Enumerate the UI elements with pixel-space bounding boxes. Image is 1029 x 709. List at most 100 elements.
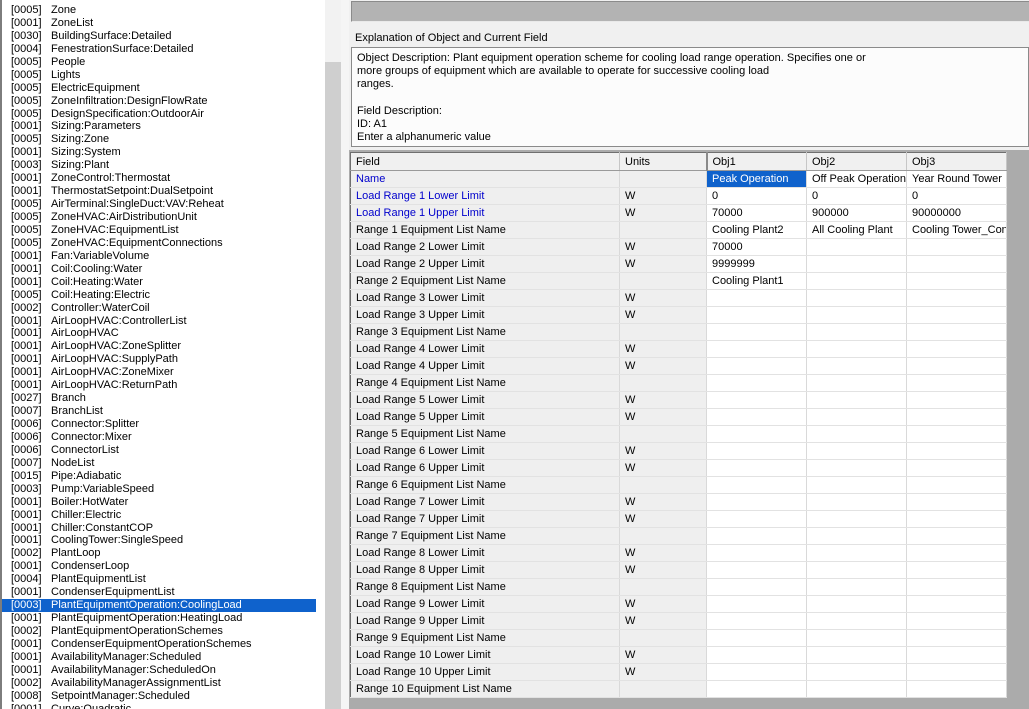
cell-obj3[interactable] [907, 273, 1007, 290]
cell-obj3[interactable] [907, 664, 1007, 681]
cell-obj3[interactable] [907, 511, 1007, 528]
cell-obj3[interactable] [907, 562, 1007, 579]
cell-obj3[interactable] [907, 545, 1007, 562]
cell-obj3[interactable] [907, 239, 1007, 256]
cell-obj2[interactable] [807, 375, 907, 392]
cell-obj3[interactable] [907, 681, 1007, 698]
class-list-item[interactable]: [0001]CondenserLoop [2, 560, 325, 573]
cell-obj2[interactable] [807, 545, 907, 562]
class-list-item[interactable]: [0004]PlantEquipmentList [2, 573, 325, 586]
class-list-item[interactable]: [0001]CondenserEquipmentList [2, 586, 325, 599]
cell-obj2[interactable] [807, 494, 907, 511]
class-list-item[interactable]: [0001]AvailabilityManager:Scheduled [2, 651, 325, 664]
cell-obj1[interactable] [707, 307, 807, 324]
cell-obj1[interactable] [707, 647, 807, 664]
class-list-item[interactable]: [0001]ThermostatSetpoint:DualSetpoint [2, 185, 325, 198]
class-list-item[interactable]: [0002]Controller:WaterCoil [2, 302, 325, 315]
cell-obj1[interactable]: Cooling Plant2 [707, 222, 807, 239]
class-list-item[interactable]: [0027]Branch [2, 392, 325, 405]
class-list-item[interactable]: [0005]ZoneHVAC:EquipmentList [2, 224, 325, 237]
cell-obj2[interactable] [807, 681, 907, 698]
cell-obj1[interactable]: 9999999 [707, 256, 807, 273]
cell-obj1[interactable] [707, 562, 807, 579]
cell-obj3[interactable]: 0 [907, 188, 1007, 205]
cell-obj3[interactable] [907, 647, 1007, 664]
cell-obj2[interactable] [807, 613, 907, 630]
cell-obj2[interactable]: 0 [807, 188, 907, 205]
class-list-item[interactable]: [0006]Connector:Mixer [2, 431, 325, 444]
cell-obj1[interactable] [707, 443, 807, 460]
class-list-item[interactable]: [0005]ZoneHVAC:EquipmentConnections [2, 237, 325, 250]
cell-obj2[interactable] [807, 460, 907, 477]
cell-obj1[interactable] [707, 341, 807, 358]
cell-obj2[interactable] [807, 630, 907, 647]
cell-obj1[interactable]: 0 [707, 188, 807, 205]
cell-obj2[interactable]: Off Peak Operation [807, 171, 907, 188]
class-list-item[interactable]: [0003]Sizing:Plant [2, 159, 325, 172]
cell-obj1[interactable] [707, 460, 807, 477]
cell-obj1[interactable] [707, 494, 807, 511]
class-list-item[interactable]: [0003]Pump:VariableSpeed [2, 483, 325, 496]
cell-obj1[interactable]: 70000 [707, 205, 807, 222]
cell-obj2[interactable] [807, 511, 907, 528]
class-list-item[interactable]: [0002]PlantEquipmentOperationSchemes [2, 625, 325, 638]
class-list-item[interactable]: [0001]CondenserEquipmentOperationSchemes [2, 638, 325, 651]
class-list-item[interactable]: [0001]ZoneControl:Thermostat [2, 172, 325, 185]
class-list-item[interactable]: [0001]AirLoopHVAC:SupplyPath [2, 353, 325, 366]
class-list-item[interactable]: [0001]Coil:Heating:Water [2, 276, 325, 289]
class-list-item[interactable]: [0001]Curve:Quadratic [2, 703, 325, 709]
cell-obj3[interactable] [907, 290, 1007, 307]
class-list-item[interactable]: [0008]SetpointManager:Scheduled [2, 690, 325, 703]
cell-obj2[interactable] [807, 664, 907, 681]
cell-obj2[interactable] [807, 239, 907, 256]
class-list-item[interactable]: [0001]Sizing:System [2, 146, 325, 159]
cell-obj2[interactable] [807, 426, 907, 443]
class-list-item[interactable]: [0015]Pipe:Adiabatic [2, 470, 325, 483]
class-list-item[interactable]: [0001]AvailabilityManager:ScheduledOn [2, 664, 325, 677]
cell-obj3[interactable]: Cooling Tower_Con [907, 222, 1007, 239]
cell-obj3[interactable] [907, 324, 1007, 341]
cell-obj2[interactable] [807, 290, 907, 307]
class-list-item[interactable]: [0001]AirLoopHVAC:ControllerList [2, 315, 325, 328]
cell-obj2[interactable] [807, 562, 907, 579]
cell-obj3[interactable] [907, 256, 1007, 273]
cell-obj1[interactable] [707, 630, 807, 647]
cell-obj1[interactable] [707, 409, 807, 426]
cell-obj1[interactable] [707, 290, 807, 307]
class-list-item[interactable]: [0005]ZoneHVAC:AirDistributionUnit [2, 211, 325, 224]
scrollbar-thumb[interactable] [325, 0, 341, 62]
cell-obj1[interactable] [707, 511, 807, 528]
cell-obj1[interactable] [707, 324, 807, 341]
cell-obj2[interactable] [807, 324, 907, 341]
cell-obj2[interactable] [807, 528, 907, 545]
class-list-item[interactable]: [0004]FenestrationSurface:Detailed [2, 43, 325, 56]
cell-obj2[interactable] [807, 477, 907, 494]
cell-obj3[interactable]: 90000000 [907, 205, 1007, 222]
class-list-item[interactable]: [0001]AirLoopHVAC [2, 327, 325, 340]
class-list-item[interactable]: [0005]People [2, 56, 325, 69]
cell-obj3[interactable] [907, 630, 1007, 647]
class-list-item[interactable]: [0005]AirTerminal:SingleDuct:VAV:Reheat [2, 198, 325, 211]
cell-obj1[interactable]: Cooling Plant1 [707, 273, 807, 290]
class-list-item[interactable]: [0001]CoolingTower:SingleSpeed [2, 534, 325, 547]
class-list-item[interactable]: [0001]PlantEquipmentOperation:HeatingLoa… [2, 612, 325, 625]
cell-obj2[interactable] [807, 596, 907, 613]
class-list-item[interactable]: [0001]AirLoopHVAC:ZoneSplitter [2, 340, 325, 353]
class-list-item[interactable]: [0001]Sizing:Parameters [2, 120, 325, 133]
cell-obj2[interactable] [807, 256, 907, 273]
class-list-item[interactable]: [0001]AirLoopHVAC:ReturnPath [2, 379, 325, 392]
cell-obj3[interactable] [907, 596, 1007, 613]
class-list-item[interactable]: [0006]Connector:Splitter [2, 418, 325, 431]
cell-obj2[interactable]: 900000 [807, 205, 907, 222]
class-list-item[interactable]: [0003]PlantEquipmentOperation:CoolingLoa… [2, 599, 316, 612]
cell-obj3[interactable] [907, 494, 1007, 511]
class-list-item[interactable]: [0005]ZoneInfiltration:DesignFlowRate [2, 95, 325, 108]
cell-obj3[interactable] [907, 460, 1007, 477]
class-list-item[interactable]: [0001]Chiller:ConstantCOP [2, 522, 325, 535]
cell-obj3[interactable] [907, 341, 1007, 358]
cell-obj3[interactable] [907, 477, 1007, 494]
cell-obj3[interactable] [907, 426, 1007, 443]
cell-obj3[interactable]: Year Round Tower [907, 171, 1007, 188]
class-list-item[interactable]: [0001]AirLoopHVAC:ZoneMixer [2, 366, 325, 379]
cell-obj1[interactable] [707, 613, 807, 630]
